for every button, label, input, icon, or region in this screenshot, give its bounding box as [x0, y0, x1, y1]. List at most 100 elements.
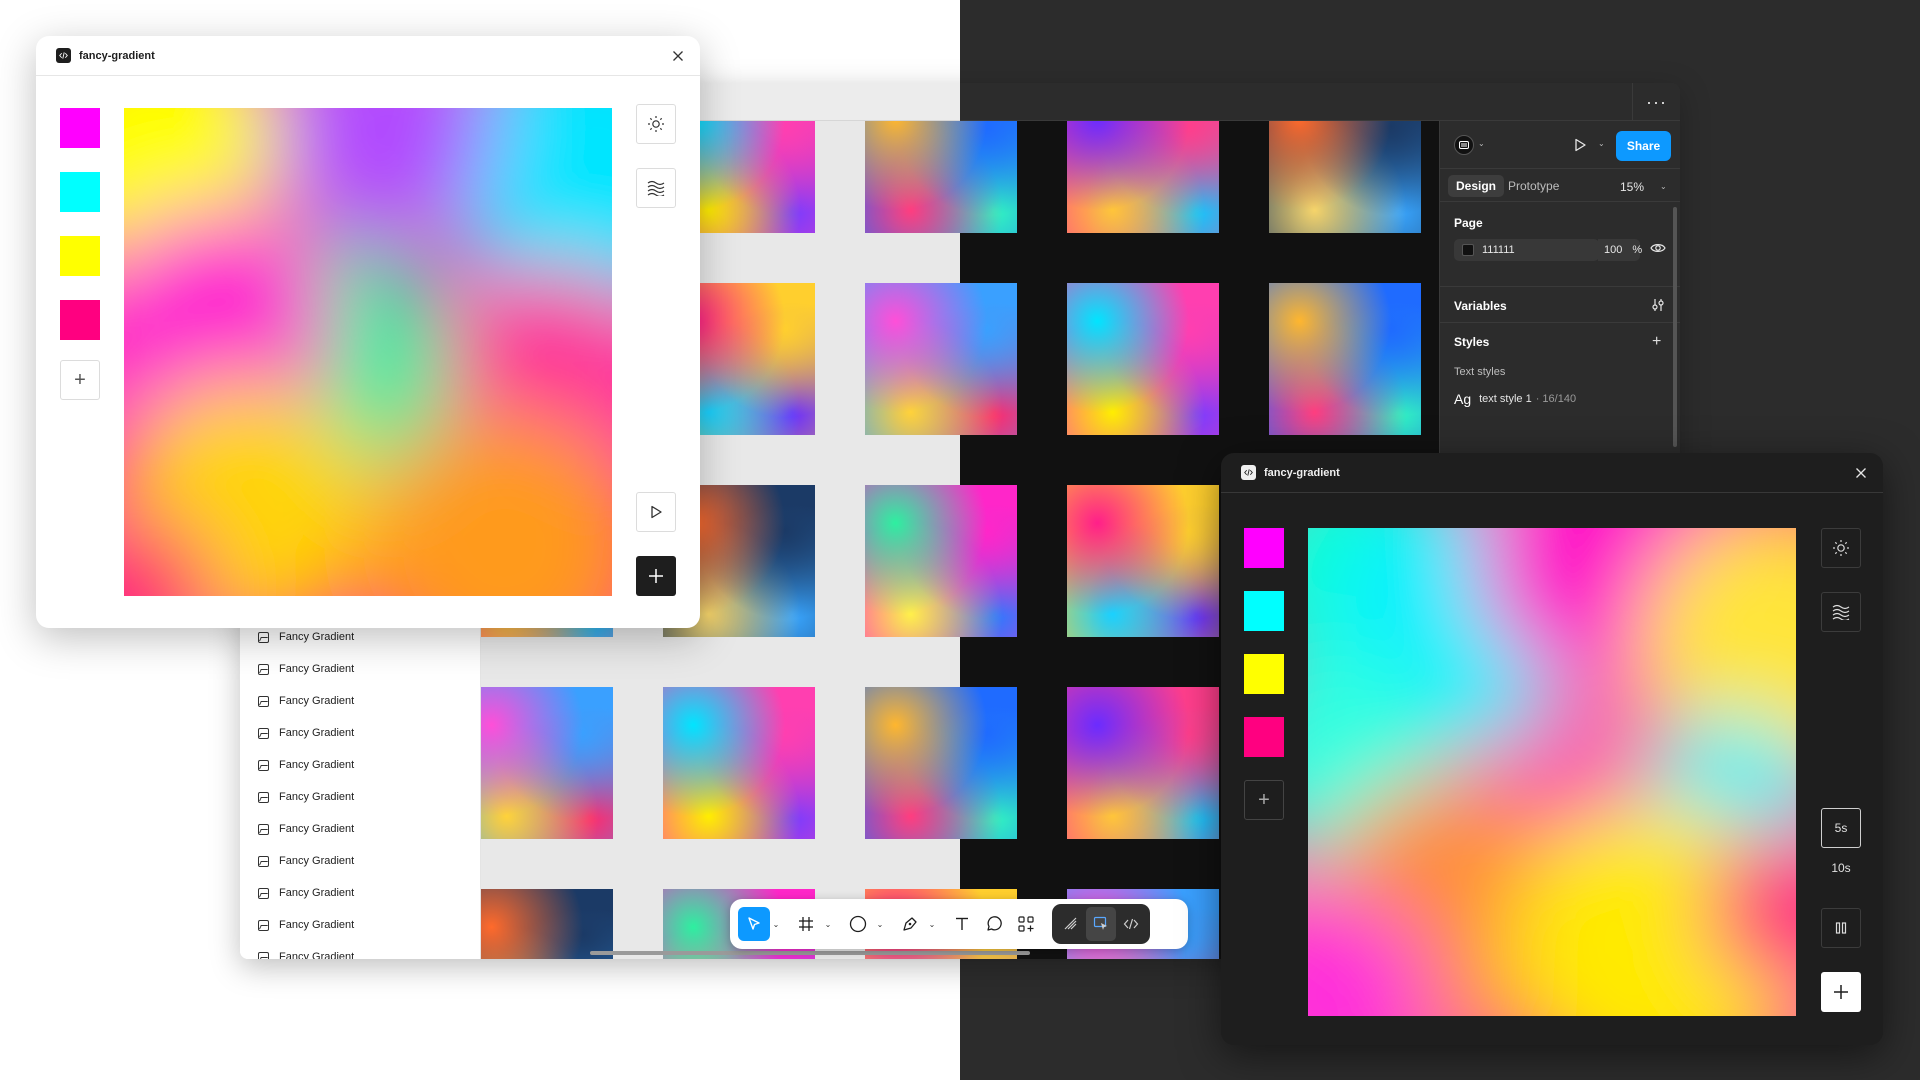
color-swatch[interactable]: [60, 108, 100, 148]
pause-button[interactable]: [1821, 908, 1861, 948]
page-opacity-input[interactable]: 100 %: [1598, 239, 1643, 261]
image-icon: [258, 695, 269, 707]
opacity-value[interactable]: 100: [1604, 244, 1622, 256]
light-mode-button[interactable]: [636, 104, 676, 144]
frame-tool-button[interactable]: [790, 907, 822, 941]
gradient-frame[interactable]: [865, 283, 1017, 435]
layer-item[interactable]: Fancy Gradient: [240, 909, 481, 941]
image-icon: [258, 791, 269, 803]
layer-item[interactable]: Fancy Gradient: [240, 685, 481, 717]
gradient-frame[interactable]: [1067, 485, 1219, 637]
layer-item[interactable]: Fancy Gradient: [240, 941, 481, 959]
chevron-down-icon[interactable]: ⌄: [874, 907, 886, 941]
draw-squiggle-icon: [1064, 917, 1077, 930]
chevron-down-icon[interactable]: ⌄: [1478, 139, 1485, 148]
gradient-frame[interactable]: [1269, 283, 1421, 435]
zoom-level[interactable]: 15%: [1620, 180, 1644, 194]
gradient-frame[interactable]: [1067, 687, 1219, 839]
design-panel-header: ⌄ ⌄ Share: [1440, 121, 1680, 169]
dev-mode-button[interactable]: [1116, 907, 1146, 941]
noise-waves-button[interactable]: [636, 168, 676, 208]
layer-item[interactable]: Fancy Gradient: [240, 877, 481, 909]
insert-gradient-button[interactable]: [636, 556, 676, 596]
variables-sliders-icon[interactable]: [1650, 297, 1666, 313]
more-options-button[interactable]: ···: [1632, 83, 1680, 121]
chevron-down-icon[interactable]: ⌄: [1598, 139, 1605, 148]
chevron-down-icon[interactable]: ⌄: [926, 907, 938, 941]
color-swatch[interactable]: [60, 300, 100, 340]
gradient-frame[interactable]: [865, 121, 1017, 233]
bottom-toolbar: ⌄ ⌄ ⌄ ⌄: [730, 899, 1188, 949]
play-icon: [1575, 138, 1586, 152]
layer-item[interactable]: Fancy Gradient: [240, 845, 481, 877]
shape-tool-button[interactable]: [842, 907, 874, 941]
gradient-frame[interactable]: [663, 687, 815, 839]
gradient-frame[interactable]: [481, 687, 613, 839]
plus-icon: [649, 569, 663, 583]
light-mode-button[interactable]: [1821, 528, 1861, 568]
layer-label: Fancy Gradient: [279, 631, 355, 643]
color-swatch[interactable]: [1244, 591, 1284, 631]
add-color-button[interactable]: +: [1244, 780, 1284, 820]
move-tool-button[interactable]: [738, 907, 770, 941]
plugin-code-icon: [56, 48, 71, 63]
draw-mode-button[interactable]: [1056, 907, 1086, 941]
layer-label: Fancy Gradient: [279, 727, 355, 739]
chevron-down-icon[interactable]: ⌄: [770, 907, 782, 941]
avatar[interactable]: [1454, 135, 1474, 155]
layer-item[interactable]: Fancy Gradient: [240, 813, 481, 845]
color-swatch[interactable]: [60, 236, 100, 276]
duration-option[interactable]: 5s: [1821, 808, 1861, 848]
panel-scrollbar[interactable]: [1673, 207, 1677, 447]
noise-waves-button[interactable]: [1821, 592, 1861, 632]
eye-icon[interactable]: [1650, 242, 1666, 254]
insert-gradient-button[interactable]: [1821, 972, 1861, 1012]
add-style-plus-icon[interactable]: +: [1652, 333, 1661, 351]
waves-icon: [1832, 604, 1850, 620]
color-swatch[interactable]: [1244, 654, 1284, 694]
page-color-swatch[interactable]: [1462, 244, 1474, 256]
close-icon[interactable]: [670, 48, 686, 64]
text-style-item[interactable]: Ag text style 1 · 16/140: [1454, 391, 1576, 407]
tab-prototype[interactable]: Prototype: [1500, 175, 1567, 197]
duration-option[interactable]: 10s: [1821, 848, 1861, 888]
opacity-unit: %: [1632, 244, 1643, 256]
actions-tool-button[interactable]: [1010, 907, 1042, 941]
tab-design[interactable]: Design: [1448, 175, 1505, 197]
pen-tool-button[interactable]: [894, 907, 926, 941]
color-swatch[interactable]: [60, 172, 100, 212]
image-icon: [258, 631, 269, 643]
horizontal-scrollbar[interactable]: [590, 951, 1030, 955]
styles-section: Styles + Text styles Ag text style 1 · 1…: [1440, 323, 1680, 423]
page-color-input[interactable]: 111111: [1454, 239, 1599, 261]
chevron-down-icon[interactable]: ⌄: [822, 907, 834, 941]
text-t-icon: [956, 917, 968, 930]
gradient-frame[interactable]: [1269, 121, 1421, 233]
sun-icon: [1833, 540, 1849, 556]
gradient-frame[interactable]: [481, 889, 613, 959]
ellipse-icon: [849, 915, 867, 933]
gradient-frame[interactable]: [1067, 283, 1219, 435]
play-button[interactable]: [636, 492, 676, 532]
text-tool-button[interactable]: [946, 907, 978, 941]
page-color-hex[interactable]: 111111: [1482, 244, 1515, 256]
add-color-button[interactable]: +: [60, 360, 100, 400]
gradient-frame[interactable]: [865, 687, 1017, 839]
sun-icon: [648, 116, 664, 132]
comment-tool-button[interactable]: [978, 907, 1010, 941]
design-mode-button[interactable]: [1086, 907, 1116, 941]
share-button[interactable]: Share: [1616, 131, 1671, 161]
layer-item[interactable]: Fancy Gradient: [240, 717, 481, 749]
layer-item[interactable]: Fancy Gradient: [240, 749, 481, 781]
close-icon[interactable]: [1853, 465, 1869, 481]
image-icon: [258, 663, 269, 675]
present-button[interactable]: [1570, 134, 1590, 156]
chevron-down-icon[interactable]: ⌄: [1660, 182, 1667, 191]
color-swatch[interactable]: [1244, 717, 1284, 757]
gradient-frame[interactable]: [865, 485, 1017, 637]
variables-title[interactable]: Variables: [1454, 299, 1507, 313]
color-swatch[interactable]: [1244, 528, 1284, 568]
gradient-frame[interactable]: [1067, 121, 1219, 233]
layer-item[interactable]: Fancy Gradient: [240, 781, 481, 813]
layer-item[interactable]: Fancy Gradient: [240, 653, 481, 685]
